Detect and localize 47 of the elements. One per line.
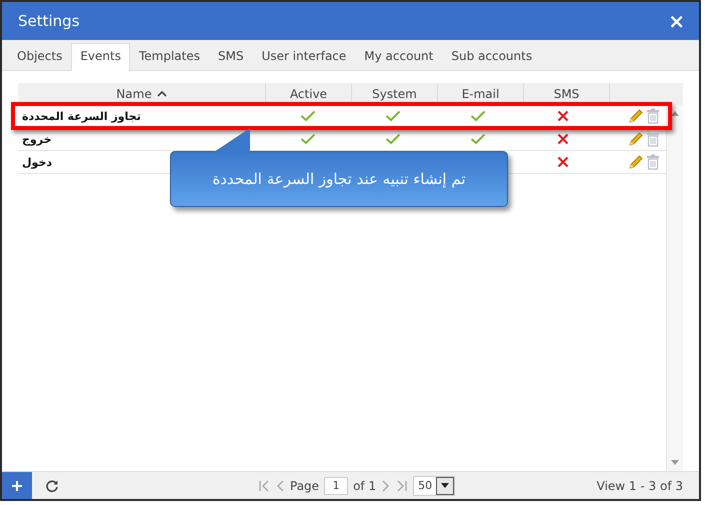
tab[interactable]: Templates	[130, 43, 209, 70]
table-cell: خروج	[22, 132, 52, 146]
scroll-down-icon[interactable]	[671, 460, 679, 465]
column-title: Active	[290, 87, 328, 101]
close-button[interactable]: ×	[664, 11, 689, 31]
tab[interactable]: SMS	[209, 43, 253, 70]
plus-icon	[11, 480, 23, 492]
pencil-icon[interactable]	[628, 108, 644, 124]
trash-icon[interactable]	[646, 108, 660, 124]
previous-page-icon[interactable]	[275, 480, 285, 492]
trash-icon[interactable]	[646, 154, 660, 170]
next-page-icon[interactable]	[381, 480, 392, 492]
pencil-icon[interactable]	[628, 131, 644, 147]
callout-pointer	[214, 128, 250, 152]
column-title: SMS	[554, 87, 580, 101]
last-page-icon[interactable]	[396, 480, 408, 492]
dropdown-icon	[441, 483, 450, 488]
column-title: E-mail	[462, 87, 500, 101]
first-page-icon[interactable]	[258, 480, 270, 492]
sort-ascending-icon	[156, 90, 167, 98]
refresh-icon[interactable]	[45, 478, 59, 492]
add-button[interactable]	[2, 472, 32, 499]
table-cell: تجاوز السرعة المحددة	[22, 110, 141, 122]
trash-icon[interactable]	[646, 131, 660, 147]
page-label: Page	[290, 478, 320, 492]
column-title: Name	[116, 87, 152, 101]
page-size-select[interactable]: 50	[413, 476, 456, 496]
column-header[interactable]: System	[352, 83, 438, 105]
window-title: Settings	[18, 12, 80, 30]
column-header[interactable]: Active	[266, 83, 352, 105]
callout-text: تم إنشاء تنبيه عند تجاوز السرعة المحددة	[212, 170, 466, 188]
tab[interactable]: Sub accounts	[442, 43, 542, 70]
page-input[interactable]: 1	[324, 476, 348, 494]
column-header[interactable]: Name	[18, 83, 266, 105]
record-count: View 1 - 3 of 3	[596, 478, 683, 492]
table-cell: دخول	[22, 156, 52, 168]
column-title: System	[372, 87, 417, 101]
tab[interactable]: My account	[355, 43, 442, 70]
page-count: of 1	[353, 478, 376, 492]
pencil-icon[interactable]	[628, 154, 644, 170]
tab[interactable]: User interface	[252, 43, 356, 70]
column-header[interactable]: SMS	[524, 83, 610, 105]
scroll-up-icon[interactable]	[671, 111, 679, 116]
column-header[interactable]: E-mail	[438, 83, 524, 105]
scrollbar[interactable]	[666, 105, 683, 471]
tab[interactable]: Objects	[8, 43, 72, 70]
tab[interactable]: Events	[71, 43, 130, 71]
